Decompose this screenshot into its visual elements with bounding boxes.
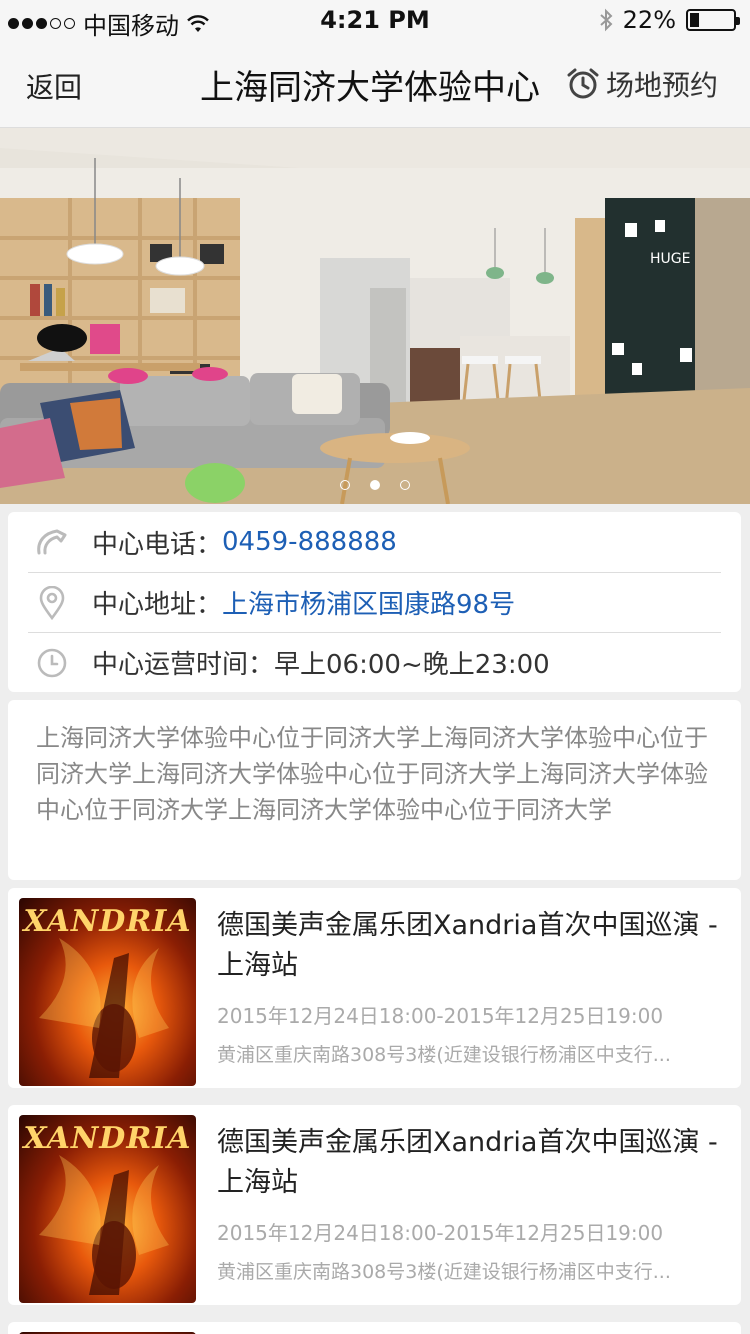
carousel-dot[interactable]: [340, 480, 350, 490]
hours-row: 中心运营时间： 早上06:00~晚上23:00: [28, 632, 721, 692]
alarm-clock-icon: [567, 68, 599, 99]
carousel-indicator[interactable]: [0, 480, 750, 490]
event-card[interactable]: XANDRIA 德国美声金属乐团Xandria首次中国巡演 - 上海站 2015…: [8, 888, 741, 1088]
battery-percent: 22%: [622, 6, 676, 34]
event-card-partial[interactable]: [8, 1322, 741, 1334]
location-pin-icon: [34, 585, 70, 621]
address-link[interactable]: 上海市杨浦区国康路98号: [222, 584, 515, 621]
back-button[interactable]: 返回: [26, 66, 82, 106]
carousel-dot-active[interactable]: [370, 480, 380, 490]
bluetooth-icon: [599, 8, 613, 32]
event-poster: XANDRIA: [19, 898, 196, 1086]
center-info-card: 中心电话： 0459-888888 中心地址： 上海市杨浦区国康路98号 中心运…: [8, 512, 741, 692]
description-card: 上海同济大学体验中心位于同济大学上海同济大学体验中心位于同济大学上海同济大学体验…: [8, 700, 741, 880]
phone-row[interactable]: 中心电话： 0459-888888: [28, 512, 721, 572]
hero-image: HUGE: [0, 128, 750, 504]
event-date: 2015年12月24日18:00-2015年12月25日19:00: [217, 1004, 664, 1028]
status-right: 22%: [599, 6, 740, 34]
event-title[interactable]: 德国美声金属乐团Xandria首次中国巡演 - 上海站: [217, 1123, 723, 1203]
venue-booking-label: 场地预约: [605, 69, 718, 102]
battery-icon: [686, 9, 740, 31]
page-title: 上海同济大学体验中心: [200, 68, 540, 108]
hero-carousel[interactable]: HUGE: [0, 128, 750, 504]
event-address: 黄浦区重庆南路308号3楼(近建设银行杨浦区中支行...: [217, 1044, 671, 1066]
event-title[interactable]: 德国美声金属乐团Xandria首次中国巡演 - 上海站: [217, 906, 723, 986]
event-date: 2015年12月24日18:00-2015年12月25日19:00: [217, 1221, 664, 1245]
event-poster: XANDRIA: [19, 1115, 196, 1303]
hours-value: 早上06:00~晚上23:00: [274, 650, 550, 680]
carousel-dot[interactable]: [400, 480, 410, 490]
address-row[interactable]: 中心地址： 上海市杨浦区国康路98号: [28, 572, 721, 632]
venue-booking-button[interactable]: 场地预约: [566, 64, 718, 104]
address-label: 中心地址：: [92, 590, 223, 620]
clock-icon: [34, 645, 70, 681]
event-address: 黄浦区重庆南路308号3楼(近建设银行杨浦区中支行...: [217, 1261, 671, 1283]
status-bar: 中国移动 4:21 PM 22%: [0, 0, 750, 40]
description-text: 上海同济大学体验中心位于同济大学上海同济大学体验中心位于同济大学上海同济大学体验…: [36, 724, 708, 824]
hours-label: 中心运营时间：: [92, 650, 275, 680]
phone-icon: [34, 524, 70, 560]
nav-bar: 返回 上海同济大学体验中心 场地预约: [0, 40, 750, 128]
phone-label: 中心电话：: [92, 529, 223, 560]
svg-text:HUGE: HUGE: [650, 251, 690, 267]
event-card[interactable]: XANDRIA 德国美声金属乐团Xandria首次中国巡演 - 上海站 2015…: [8, 1105, 741, 1305]
phone-link[interactable]: 0459-888888: [222, 527, 397, 557]
